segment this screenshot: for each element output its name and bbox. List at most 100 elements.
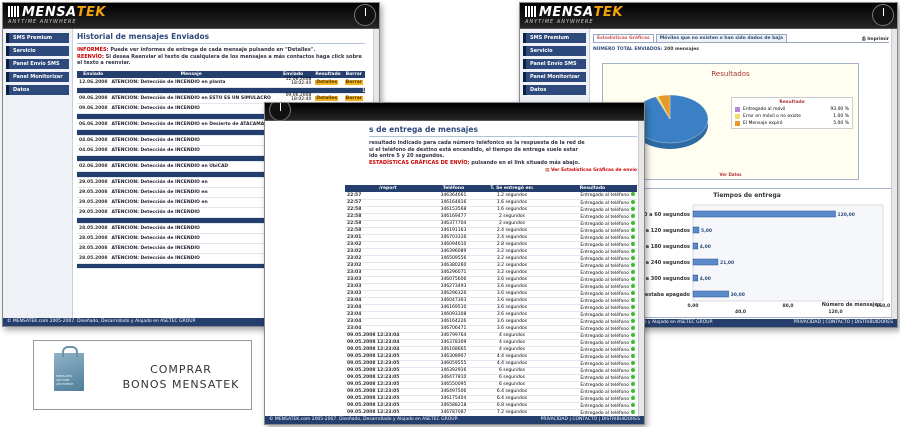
row-phone: 346169510: [430, 304, 477, 312]
ok-status-icon: [631, 248, 635, 253]
row-phone: 346273493: [430, 283, 477, 291]
nav-servicio[interactable]: Servicio: [523, 46, 586, 56]
delete-button[interactable]: Borrar: [342, 77, 365, 88]
table-row: 09.05.2008 12:23:05 346308907 4.4 segundos…: [345, 353, 637, 361]
row-result: Entregado al teléfono: [547, 374, 637, 382]
row-message[interactable]: ATENCION: Detección de INCENDIO en: [109, 197, 273, 208]
mensatek-logo: MENSATEK ANYTIME ANYWHERE: [8, 5, 106, 25]
row-time: 6 segundos: [476, 381, 548, 389]
clock-icon: [872, 4, 894, 26]
bar-category-label: 0 a 300 segundos: [640, 276, 690, 282]
row-message[interactable]: ATENCION: Detección de INCENDIO: [109, 145, 273, 156]
table-row: 23:04 346706471 3.6 segundos Entregado al t…: [345, 325, 637, 333]
details-button[interactable]: Detalles: [313, 77, 343, 88]
row-time: 4.4 segundos: [476, 353, 548, 361]
row-message[interactable]: ATENCION: Detección de INCENDIO: [109, 135, 273, 146]
row-date: 12.06.2008: [77, 77, 110, 88]
row-time: 3.6 segundos: [476, 325, 548, 333]
row-message[interactable]: ATENCION: Detección de INCENDIO en UbiCA…: [109, 161, 273, 172]
row-message[interactable]: ATENCION: Detección de INCENDIO: [109, 223, 273, 234]
row-result: Entregado al teléfono: [547, 213, 637, 221]
ok-status-icon: [631, 276, 635, 281]
footer-links[interactable]: PRIVACIDAD | CONTACTO | DISTRIBUIDORES: [794, 319, 893, 327]
nav-servicio[interactable]: Servicio: [6, 46, 69, 56]
row-time: 2.8 segundos: [476, 241, 548, 249]
row-phone: 346364661: [430, 192, 477, 200]
row-phone: 346377704: [430, 220, 477, 228]
bar-value-label: 4,00: [700, 276, 711, 282]
bar-tick-label: 0,00: [687, 303, 698, 309]
row-result: Entregado al teléfono: [547, 276, 637, 284]
buy-bonos-button[interactable]: MENSATEK ANYTIME ANYWHERE COMPRAR BONOS …: [33, 340, 252, 410]
row-time: 3.2 segundos: [476, 262, 548, 270]
table-row: 22:58 346169477 2 segundos Entregado al tel…: [345, 213, 637, 221]
row-time: 6.8 segundos: [476, 402, 548, 410]
row-report: 22:58: [345, 206, 431, 214]
row-result: Entregado al teléfono: [547, 283, 637, 291]
print-button[interactable]: ⎙ Imprimir: [862, 36, 889, 42]
row-date: 29.05.2008: [77, 207, 110, 218]
row-result: Entregado al teléfono: [547, 409, 637, 417]
nav-panel-monitorizar[interactable]: Panel Monitorizar: [6, 72, 69, 82]
row-message[interactable]: ATENCION: Detección de INCENDIO en plant…: [109, 77, 273, 88]
row-time: 4 segundos: [476, 332, 548, 340]
row-message[interactable]: ATENCION: Detección de INCENDIO: [109, 243, 273, 254]
nav-datos[interactable]: Datos: [523, 85, 586, 95]
delivery-table: /report Teléfono T. Se entregó en: Resul…: [345, 185, 637, 417]
table-row: 23:02 346509556 3.2 segundos Entregado al t…: [345, 255, 637, 263]
row-message[interactable]: ATENCION: Detección de INCENDIO: [109, 253, 273, 264]
nav-panel-envio[interactable]: Panel Envío SMS: [6, 59, 69, 69]
tab-estadisticas[interactable]: Estadísticas Gráficas: [593, 34, 654, 42]
header-bar: MENSATEK ANYTIME ANYWHERE: [520, 3, 897, 29]
col-telefono: Teléfono: [430, 185, 477, 192]
col-report: /report: [345, 185, 431, 192]
row-message[interactable]: ATENCION: Detección de INCENDIO: [109, 103, 273, 114]
nav-datos[interactable]: Datos: [6, 85, 69, 95]
row-result: Entregado al teléfono: [547, 199, 637, 207]
row-phone: 346164816: [430, 199, 477, 207]
row-phone: 346799764: [430, 332, 477, 340]
ok-status-icon: [631, 402, 635, 407]
scrollbar[interactable]: [891, 29, 897, 319]
bar: [692, 258, 719, 266]
row-report: 22:58: [345, 220, 431, 228]
nav-panel-monitorizar[interactable]: Panel Monitorizar: [523, 72, 586, 82]
row-phone: 346787087: [430, 409, 477, 417]
nav-sms-premium[interactable]: SMS Premium: [6, 33, 69, 43]
bar-tick-label: 40,0: [735, 309, 746, 315]
row-time: 3.6 segundos: [476, 276, 548, 284]
table-row: 22:58 346191163 2.4 segundos Entregado al t…: [345, 227, 637, 235]
row-result: Entregado al teléfono: [547, 311, 637, 319]
ok-status-icon: [631, 283, 635, 288]
footer-links[interactable]: PRIVACIDAD | CONTACTO | DISTRIBUIDORES: [541, 416, 640, 424]
row-message[interactable]: ATENCION: Detección de INCENDIO: [109, 207, 273, 218]
legend-item: Error en móvil o no existe 1.00 %: [735, 114, 849, 119]
tab-moviles-baja[interactable]: Móviles que no existen o han sido dados …: [655, 34, 787, 42]
row-phone: 346153568: [430, 206, 477, 214]
stats-link[interactable]: ▤ Ver Estadísticas Gráficas de envío: [369, 168, 637, 173]
row-phone: 346392916: [430, 367, 477, 375]
row-result: Entregado al teléfono: [547, 339, 637, 347]
row-message[interactable]: ATENCION: Detección de INCENDIO: [109, 233, 273, 244]
bar-category-label: 0 a 60 segundos: [644, 212, 690, 218]
nav-panel-envio[interactable]: Panel Envío SMS: [523, 59, 586, 69]
row-result: Entregado al teléfono: [547, 388, 637, 396]
table-row: 23:03 346075606 3.6 segundos Entregado al t…: [345, 276, 637, 284]
scrollbar[interactable]: [638, 121, 644, 416]
row-result: Entregado al teléfono: [547, 325, 637, 333]
bar-value-label: 4,00: [700, 244, 711, 250]
row-report: 23:04: [345, 325, 431, 333]
row-message[interactable]: ATENCION: Detección de INCENDIO en: [109, 187, 273, 198]
ok-status-icon: [631, 360, 635, 365]
nav-sms-premium[interactable]: SMS Premium: [523, 33, 586, 43]
col-resultado: Resultado: [547, 185, 637, 192]
row-message[interactable]: ATENCION: Detección de INCENDIO en Desie…: [109, 119, 273, 130]
row-date: 04.06.2008: [77, 135, 110, 146]
row-message[interactable]: ATENCION: Detección de INCENDIO en ESTO …: [109, 93, 273, 104]
table-row: 23:03 346296326 3.6 segundos Entregado al t…: [345, 290, 637, 298]
row-report: 22:57: [345, 192, 431, 200]
bar: [692, 274, 698, 282]
bar-value-label: 30,00: [731, 292, 745, 298]
row-message[interactable]: ATENCION: Detección de INCENDIO en: [109, 177, 273, 188]
bar: [692, 210, 836, 218]
